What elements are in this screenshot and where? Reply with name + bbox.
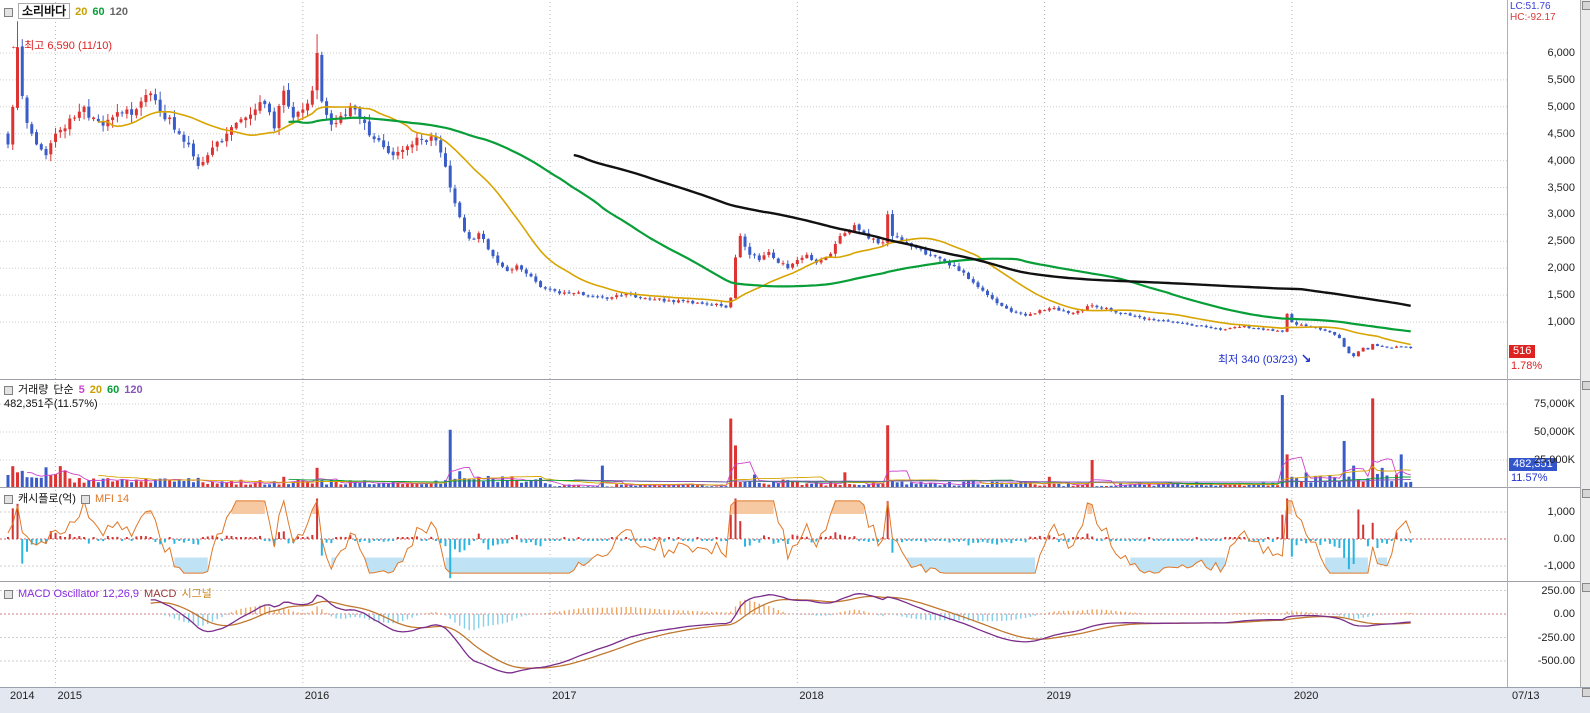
- price-axis-tick: 2,500: [1547, 235, 1575, 248]
- panel-splitter-button[interactable]: [1582, 1, 1590, 10]
- panel-splitter-button[interactable]: [1582, 381, 1590, 390]
- mfi-handle-icon[interactable]: [80, 494, 90, 504]
- macd-line-label: MACD: [144, 588, 177, 600]
- ma120-label: 120: [109, 6, 129, 18]
- lc-label: LC:51.76: [1510, 1, 1551, 12]
- ma60-label: 60: [92, 6, 105, 18]
- macd-axis-tick: -250.00: [1537, 631, 1575, 644]
- price-axis-tick: 5,000: [1547, 100, 1575, 113]
- ma20-label: 20: [75, 6, 88, 18]
- year-label: 2017: [552, 690, 577, 702]
- price-axis-tick: 3,500: [1547, 181, 1575, 194]
- volume-axis-tick: 25,000K: [1534, 454, 1575, 466]
- low-annotation: 최저 340 (03/23) ↘: [1218, 351, 1312, 367]
- panel-splitter-button[interactable]: [1582, 583, 1590, 592]
- panel-handle-icon[interactable]: [4, 385, 13, 395]
- macd-axis-tick: 0.00: [1553, 608, 1575, 620]
- price-axis-tick: 6,000: [1547, 47, 1575, 59]
- volume-badge-pct: 11.57%: [1511, 472, 1548, 484]
- cashflow-axis-tick: 1,000: [1547, 506, 1575, 518]
- year-label: 2020: [1293, 690, 1319, 702]
- volume-axis-tick: 50,000K: [1534, 426, 1575, 438]
- year-label: 2018: [799, 690, 824, 702]
- chart-canvas[interactable]: [0, 0, 1590, 713]
- volume-axis-tick: 75,000K: [1534, 398, 1575, 410]
- price-axis-tick: 5,500: [1547, 73, 1575, 86]
- price-axis-tick: 4,000: [1547, 154, 1575, 167]
- macd-axis-tick: -500.00: [1537, 655, 1575, 667]
- cashflow-title: 캐시플로(억): [18, 493, 76, 505]
- panel-handle-icon[interactable]: [4, 494, 13, 504]
- macd-osc-label: MACD Oscillator 12,26,9: [18, 588, 140, 600]
- price-axis-tick: 2,000: [1547, 262, 1575, 275]
- current-price-badge: 516: [1509, 345, 1536, 358]
- price-panel-legend: 소리바다 20 60 120: [4, 2, 133, 19]
- cashflow-panel-legend: 캐시플로(억) MFI 14: [4, 490, 134, 506]
- year-label: 2015: [57, 690, 83, 702]
- current-price-change: 1.78%: [1511, 360, 1543, 372]
- high-arrow-icon: ←: [10, 40, 21, 52]
- hc-label: HC:-92.17: [1510, 12, 1556, 23]
- price-axis-tick: 4,500: [1547, 127, 1575, 140]
- high-annotation: ← 최고 6,590 (11/10): [10, 37, 112, 53]
- panel-splitter-button[interactable]: [1582, 489, 1590, 498]
- cashflow-axis-tick: -1,000: [1543, 560, 1575, 572]
- vol-ma120-label: 120: [124, 384, 143, 396]
- time-axis[interactable]: [0, 687, 1590, 713]
- panel-handle-icon[interactable]: [4, 589, 13, 599]
- year-label: 2014: [10, 690, 35, 702]
- macd-panel-legend: MACD Oscillator 12,26,9 MACD 시그널: [4, 585, 217, 601]
- low-arrow-icon: ↘: [1300, 351, 1312, 366]
- high-annotation-text: 최고 6,590 (11/10): [24, 40, 112, 52]
- year-label: 2016: [304, 690, 330, 702]
- price-axis-tick: 1,500: [1547, 289, 1575, 302]
- panel-handle-icon[interactable]: [4, 7, 13, 17]
- symbol-name: 소리바다: [18, 3, 71, 19]
- time-axis-end-label: 07/13: [1512, 690, 1540, 702]
- volume-current-label: 482,351주(11.57%): [4, 398, 98, 410]
- price-axis-tick: 3,000: [1547, 208, 1575, 221]
- low-annotation-text: 최저 340 (03/23): [1218, 354, 1298, 366]
- mfi-label: MFI 14: [94, 493, 130, 505]
- panel-splitter-button[interactable]: [1582, 688, 1590, 697]
- vol-ma60-label: 60: [107, 384, 120, 396]
- macd-axis-tick: 250.00: [1541, 584, 1575, 597]
- macd-signal-label: 시그널: [181, 588, 212, 600]
- year-label: 2019: [1046, 690, 1072, 702]
- price-axis-tick: 1,000: [1547, 316, 1575, 328]
- stock-chart-window: 소리바다 20 60 120 ← 최고 6,590 (11/10) 최저 340 (0…: [0, 0, 1590, 713]
- cashflow-axis-tick: 0.00: [1553, 533, 1575, 545]
